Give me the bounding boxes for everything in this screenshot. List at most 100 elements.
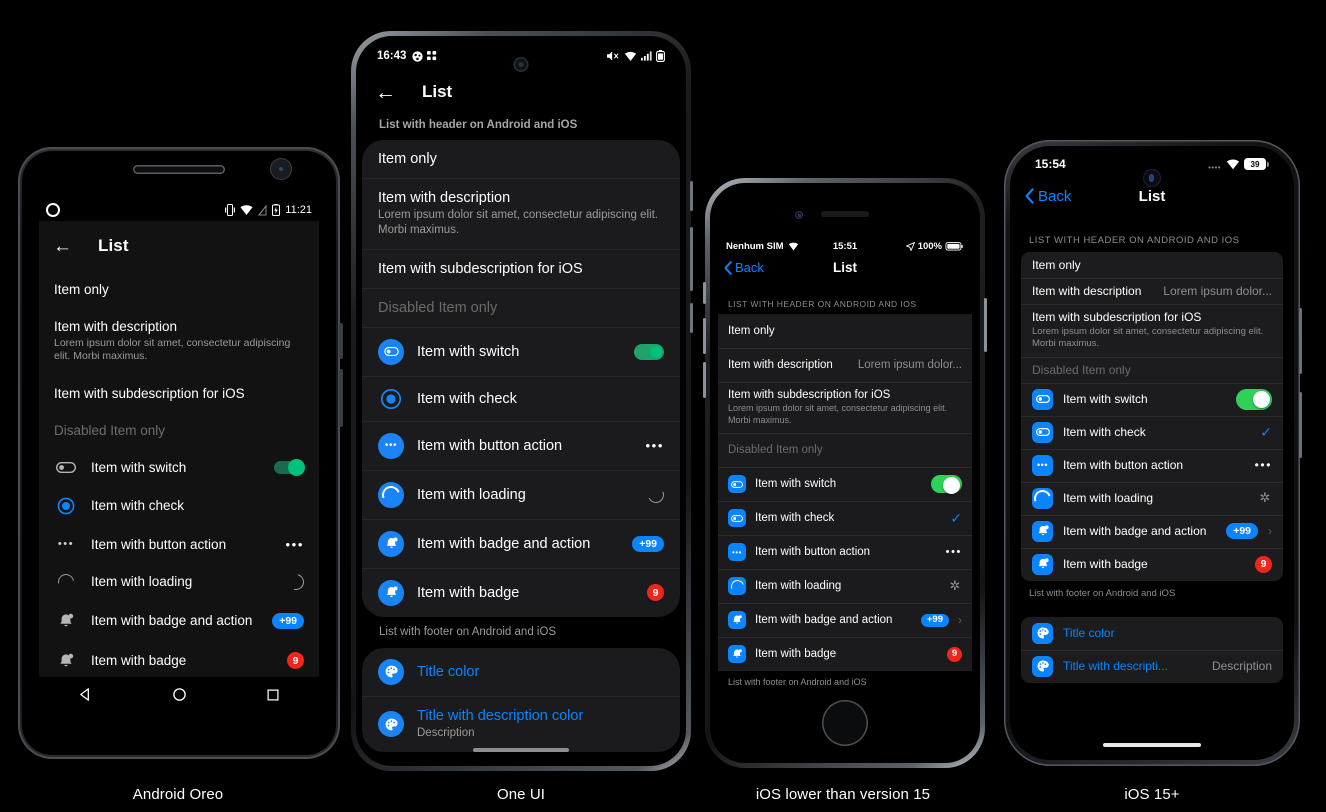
list-item-with-switch[interactable]: Item with switch <box>1021 383 1283 416</box>
more-actions-button[interactable]: ••• <box>1255 458 1272 472</box>
list-item-with-loading[interactable]: Item with loading ✲ <box>718 569 972 603</box>
list-item-with-subdescription[interactable]: Item with subdescription for iOS Lorem i… <box>1021 304 1283 357</box>
list-group-main: Item only Item with description Lorem ip… <box>718 314 972 672</box>
nav-back-icon[interactable] <box>78 687 93 707</box>
list-item-value: Lorem ipsum dolor... <box>1163 284 1272 298</box>
list-item-with-description[interactable]: Item with description Lorem ipsum dolor.… <box>1021 278 1283 304</box>
mockup-stage: 11:21 ← List Item only Item with descrip… <box>0 0 1326 812</box>
back-button[interactable]: Back <box>1025 188 1071 205</box>
list-item-title-color[interactable]: Title color <box>362 648 680 696</box>
list-item-with-subdescription[interactable]: Item with subdescription for iOS <box>39 375 319 412</box>
status-bar: 11:21 <box>39 199 319 221</box>
radio-checked-icon <box>378 388 404 410</box>
list-item-description: Description <box>417 726 475 739</box>
caption-ios-lower: iOS lower than version 15 <box>755 786 931 803</box>
nav-home-icon[interactable] <box>172 687 187 707</box>
list-item-with-badge-and-action[interactable]: Item with badge and action +99 › <box>718 603 972 637</box>
volume-up-button[interactable] <box>703 318 706 354</box>
list-item-with-check[interactable]: Item with check <box>39 486 319 526</box>
list-item-item-only[interactable]: Item only <box>1021 252 1283 278</box>
list-item-title-color[interactable]: Title color <box>1021 617 1283 650</box>
list-item-with-button-action[interactable]: ••• Item with button action ••• <box>39 526 319 563</box>
list-item-item-only[interactable]: Item only <box>362 140 680 178</box>
switch-toggle[interactable] <box>1236 388 1272 410</box>
list-item-with-switch[interactable]: Item with switch <box>718 467 972 501</box>
more-actions-button[interactable]: ••• <box>646 438 664 453</box>
gesture-home-indicator[interactable] <box>1103 743 1201 747</box>
list-item-with-subdescription[interactable]: Item with subdescription for iOS <box>362 248 680 288</box>
list-item-with-check[interactable]: Item with check ✓ <box>718 501 972 535</box>
mute-switch[interactable] <box>703 282 706 304</box>
volume-down-button[interactable] <box>703 362 706 398</box>
badge-count: 9 <box>287 652 304 670</box>
list-item-with-description[interactable]: Item with description Lorem ipsum dolor.… <box>718 348 972 382</box>
back-button[interactable]: Back <box>724 260 764 275</box>
device-ios-15-plus: 15:54 39 Back List LIST WITH HEADER ON A… <box>1004 140 1302 766</box>
list-item-with-check[interactable]: Item with check <box>362 375 680 421</box>
list-item-with-description[interactable]: Item with description Lorem ipsum dolor … <box>39 308 319 375</box>
wifi-icon <box>624 51 637 61</box>
list-item-with-description[interactable]: Item with description Lorem ipsum dolor … <box>362 178 680 249</box>
list-item-with-loading[interactable]: Item with loading <box>39 563 319 601</box>
more-actions-button[interactable]: ••• <box>946 546 962 558</box>
list-item-with-loading[interactable]: Item with loading ✲ <box>1021 482 1283 515</box>
list-item-title: Item with switch <box>417 343 520 360</box>
volume-button[interactable] <box>1299 392 1302 458</box>
list-item-title: Item with description <box>1032 284 1142 298</box>
status-time: 15:51 <box>832 240 858 252</box>
signal-off-icon <box>258 204 268 216</box>
switch-toggle[interactable] <box>274 458 305 476</box>
list-item-with-switch[interactable]: Item with switch <box>362 326 680 376</box>
list-item-title-with-description-color[interactable]: Title with descripti... Description <box>1021 650 1283 683</box>
list-item-with-button-action[interactable]: ••• Item with button action ••• <box>1021 449 1283 482</box>
ellipsis-icon: ••• <box>1032 454 1053 476</box>
more-actions-button[interactable]: ••• <box>286 537 304 552</box>
list-item-with-badge[interactable]: Item with badge 9 <box>362 567 680 617</box>
list-item-title: Item with subdescription for iOS <box>378 260 583 277</box>
switch-icon <box>1032 421 1053 443</box>
back-arrow-icon[interactable]: ← <box>53 237 72 256</box>
list-item-with-button-action[interactable]: ••• Item with button action ••• <box>718 535 972 569</box>
list-item-with-badge[interactable]: Item with badge 9 <box>718 637 972 671</box>
list-item-title: Item only <box>1032 258 1081 272</box>
gesture-home-indicator[interactable] <box>473 748 569 752</box>
status-time: 16:43 <box>377 50 407 62</box>
back-arrow-icon[interactable]: ← <box>375 82 396 103</box>
list-item-with-subdescription[interactable]: Item with subdescription for iOS Lorem i… <box>718 382 972 433</box>
badge-count: +99 <box>1226 523 1258 540</box>
list-item-with-badge[interactable]: Item with badge 9 <box>1021 548 1283 581</box>
switch-icon <box>728 509 746 528</box>
volume-button[interactable] <box>690 227 693 291</box>
switch-toggle[interactable] <box>634 343 664 360</box>
device-android-oreo: 11:21 ← List Item only Item with descrip… <box>18 147 343 759</box>
list-item-with-badge-and-action[interactable]: Item with badge and action +99 <box>362 518 680 568</box>
list-item-item-only[interactable]: Item only <box>39 271 319 308</box>
signal-icon <box>641 51 652 61</box>
list-item-with-button-action[interactable]: ••• Item with button action ••• <box>362 420 680 470</box>
power-button[interactable] <box>339 369 343 427</box>
power-button[interactable] <box>1299 308 1302 374</box>
page-title: List <box>1138 187 1166 205</box>
list-item-title: Disabled Item only <box>378 299 498 316</box>
power-button[interactable] <box>690 181 693 211</box>
list-item-title-with-description-color[interactable]: Title with description color Description <box>362 695 680 752</box>
power-button[interactable] <box>984 298 987 352</box>
badge-count: +99 <box>632 535 664 552</box>
list-item-with-badge[interactable]: Item with badge 9 <box>39 641 319 681</box>
list-item-with-loading[interactable]: Item with loading <box>362 469 680 519</box>
switch-toggle[interactable] <box>931 475 962 495</box>
list-item-with-check[interactable]: Item with check ✓ <box>1021 416 1283 449</box>
badge-count: 9 <box>647 584 664 602</box>
list-item-title: Item only <box>378 151 437 167</box>
loading-spinner: ✲ <box>1259 490 1271 506</box>
volume-button[interactable] <box>339 323 343 359</box>
list-card-colors: Title color Title with description color… <box>362 647 680 752</box>
list-item-with-badge-and-action[interactable]: Item with badge and action +99 › <box>1021 515 1283 548</box>
bixby-button[interactable] <box>690 303 693 333</box>
list-item-with-switch[interactable]: Item with switch <box>39 449 319 486</box>
android-navigation-bar <box>39 677 319 717</box>
nav-recents-icon[interactable] <box>266 688 280 707</box>
list-item-item-only[interactable]: Item only <box>718 314 972 348</box>
home-button[interactable] <box>822 700 868 746</box>
list-item-with-badge-and-action[interactable]: Item with badge and action +99 <box>39 601 319 641</box>
